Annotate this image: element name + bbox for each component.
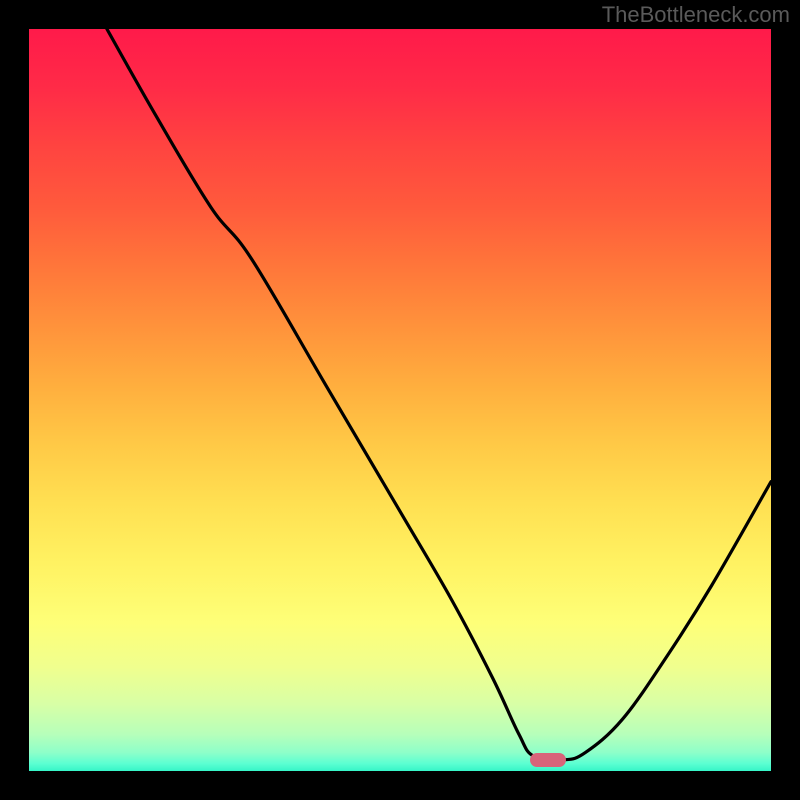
bottleneck-curve <box>29 29 771 771</box>
optimum-marker <box>530 753 566 767</box>
plot-area <box>29 29 771 771</box>
watermark-text: TheBottleneck.com <box>602 2 790 28</box>
